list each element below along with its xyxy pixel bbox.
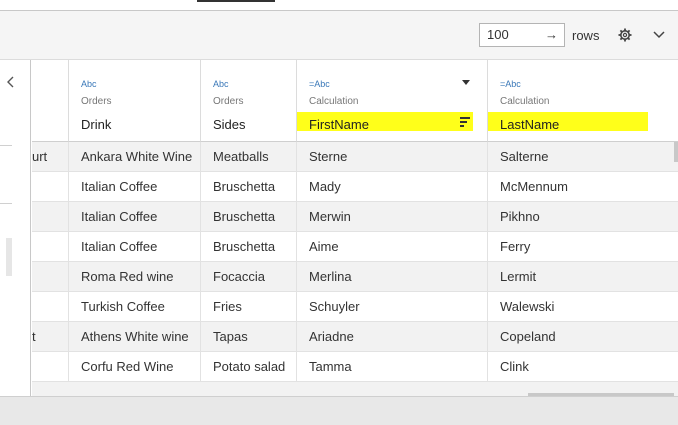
top-title-strip bbox=[0, 0, 678, 10]
table-cell: Potato salad bbox=[201, 352, 297, 382]
table-row[interactable]: t Athens White wine Tapas Ariadne Copela… bbox=[32, 322, 678, 352]
table-cell: Merwin bbox=[297, 202, 488, 232]
column-header-firstname[interactable]: =Abc Calculation FirstName bbox=[297, 60, 488, 142]
chevron-left-icon[interactable] bbox=[7, 76, 15, 88]
rows-count-input[interactable]: 100 → bbox=[479, 23, 565, 47]
table-cell: urt bbox=[32, 142, 69, 172]
table-cell bbox=[32, 262, 69, 292]
table-cell: Roma Red wine bbox=[69, 262, 201, 292]
table-cell: Ariadne bbox=[297, 322, 488, 352]
table-cell bbox=[32, 352, 69, 382]
table-cell: McMennum bbox=[500, 179, 568, 194]
table-cell: Italian Coffee bbox=[69, 202, 201, 232]
table-cell: Tamma bbox=[297, 352, 488, 382]
caret-down-icon[interactable] bbox=[462, 80, 470, 85]
rows-count-value[interactable]: 100 bbox=[487, 27, 509, 42]
table-cell: Meatballs bbox=[201, 142, 297, 172]
toolbar: 100 → rows bbox=[0, 10, 678, 60]
table-cell: Ferry bbox=[500, 239, 531, 254]
table-cell: Tapas bbox=[201, 322, 297, 352]
arrow-right-icon[interactable]: → bbox=[545, 24, 558, 46]
table-cell: Italian Coffee bbox=[69, 172, 201, 202]
table-cell: Schuyler bbox=[297, 292, 488, 322]
table-cell: Italian Coffee bbox=[69, 232, 201, 262]
panel-divider bbox=[0, 203, 12, 204]
table-cell bbox=[32, 292, 69, 322]
gear-icon[interactable] bbox=[618, 28, 632, 42]
title-underline bbox=[197, 0, 275, 2]
panel-scrollbar[interactable] bbox=[6, 238, 12, 276]
table-row[interactable]: Italian Coffee Bruschetta Merwin Pikhno bbox=[32, 202, 678, 232]
column-header-drink[interactable]: Abc Orders Drink bbox=[69, 60, 201, 142]
calculated-string-type-icon: =Abc bbox=[500, 79, 521, 89]
table-cell: Aime bbox=[297, 232, 488, 262]
table-cell: Turkish Coffee bbox=[69, 292, 201, 322]
table-cell: Focaccia bbox=[201, 262, 297, 292]
table-cell: Ankara White Wine bbox=[69, 142, 201, 172]
table-cell: Bruschetta bbox=[201, 172, 297, 202]
table-cell bbox=[32, 232, 69, 262]
string-type-icon: Abc bbox=[213, 79, 229, 89]
column-name: Drink bbox=[81, 117, 112, 132]
table-row[interactable]: urt Ankara White Wine Meatballs Sterne S… bbox=[32, 142, 678, 172]
table-row[interactable]: Corfu Red Wine Potato salad Tamma Clink bbox=[32, 352, 678, 382]
left-panel bbox=[0, 60, 31, 396]
table-cell: Copeland bbox=[500, 329, 556, 344]
table-cell bbox=[32, 202, 69, 232]
table-cell: Sterne bbox=[297, 142, 488, 172]
table-cell: Walewski bbox=[500, 299, 555, 314]
table-cell: Bruschetta bbox=[201, 232, 297, 262]
table-cell: Bruschetta bbox=[201, 202, 297, 232]
column-name: FirstName bbox=[309, 117, 369, 132]
column-source: Calculation bbox=[500, 96, 550, 107]
table-row[interactable]: Roma Red wine Focaccia Merlina Lermit bbox=[32, 262, 678, 292]
column-name: Sides bbox=[213, 117, 246, 132]
sort-icon[interactable] bbox=[460, 117, 470, 127]
table-cell: Salterne bbox=[500, 149, 549, 164]
column-source: Orders bbox=[81, 96, 112, 107]
table-cell: Corfu Red Wine bbox=[69, 352, 201, 382]
column-header-sides[interactable]: Abc Orders Sides bbox=[201, 60, 297, 142]
calculated-string-type-icon: =Abc bbox=[309, 79, 330, 89]
column-name: LastName bbox=[500, 117, 560, 132]
table-cell: Lermit bbox=[500, 269, 537, 284]
table-cell: Merlina bbox=[297, 262, 488, 292]
column-source: Orders bbox=[213, 96, 244, 107]
table-cell: Fries bbox=[201, 292, 297, 322]
footer-bar bbox=[0, 396, 678, 425]
column-header-partial[interactable] bbox=[32, 60, 69, 142]
table-row[interactable]: Turkish Coffee Fries Schuyler Walewski bbox=[32, 292, 678, 322]
rows-label: rows bbox=[572, 28, 600, 43]
table-cell: Pikhno bbox=[500, 209, 540, 224]
column-source: Calculation bbox=[309, 96, 359, 107]
table-cell: Clink bbox=[500, 359, 529, 374]
table-cell: Mady bbox=[297, 172, 488, 202]
table-row[interactable]: Italian Coffee Bruschetta Mady McMennum bbox=[32, 172, 678, 202]
data-grid: Abc Orders Drink Abc Orders Sides =Abc C… bbox=[32, 60, 678, 396]
table-cell: t bbox=[32, 322, 69, 352]
table-cell: Athens White wine bbox=[69, 322, 201, 352]
vertical-scrollbar[interactable] bbox=[674, 142, 678, 162]
table-row[interactable]: Italian Coffee Bruschetta Aime Ferry bbox=[32, 232, 678, 262]
table-cell bbox=[32, 172, 69, 202]
string-type-icon: Abc bbox=[81, 79, 97, 89]
panel-divider bbox=[0, 145, 12, 146]
chevron-down-icon[interactable] bbox=[653, 30, 665, 40]
column-header-lastname[interactable]: =Abc Calculation LastName bbox=[488, 60, 678, 142]
